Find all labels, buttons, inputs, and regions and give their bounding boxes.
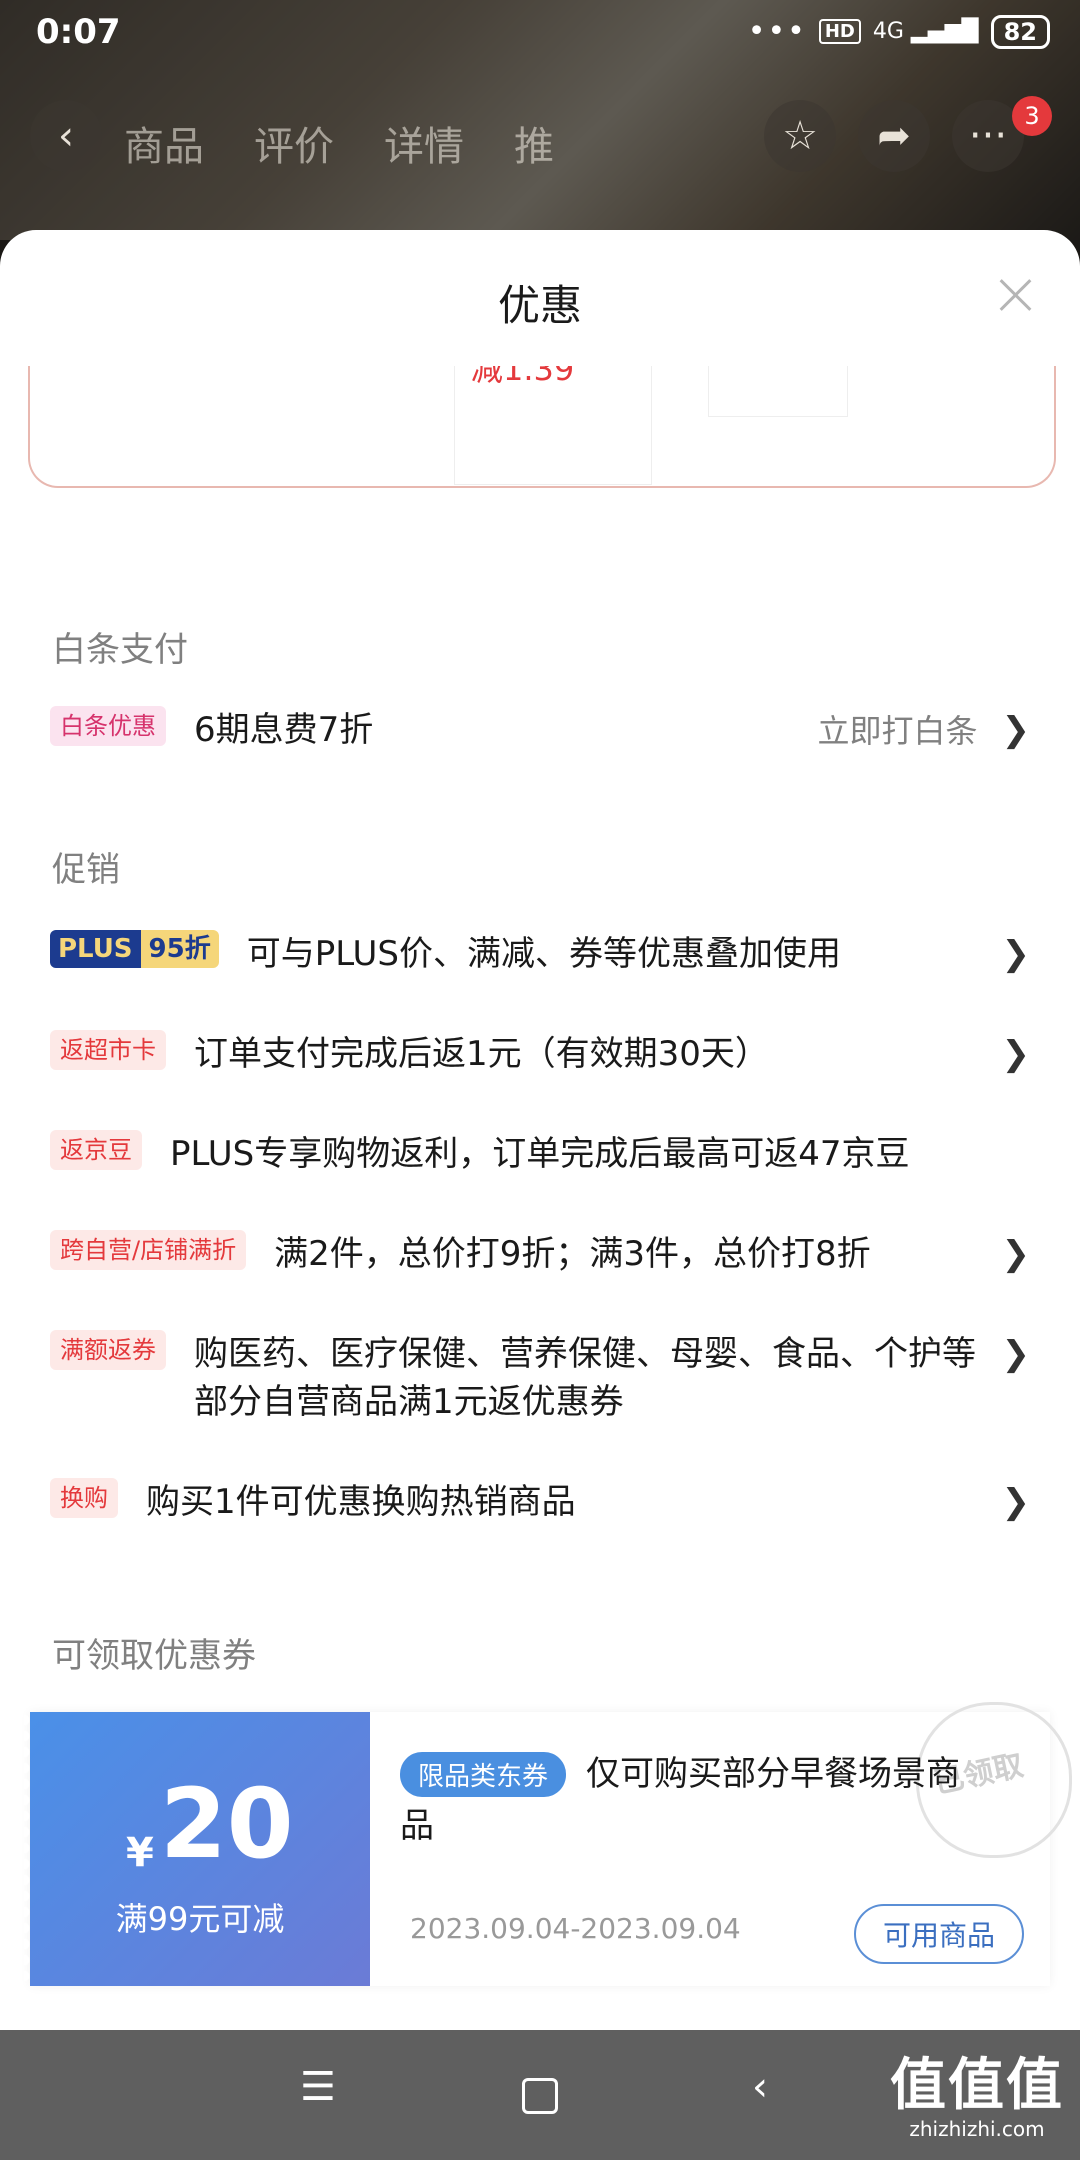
coupon-type-tag: 限品类东券	[400, 1752, 567, 1797]
promo-row-jingdou: 返京豆 PLUS专享购物返利，订单完成后最高可返47京豆	[50, 1130, 1030, 1178]
nav-back-icon[interactable]: ‹	[752, 2064, 768, 2110]
promo-tag: 返超市卡	[50, 1030, 166, 1070]
coupon-condition: 满99元可减	[115, 1900, 285, 1938]
status-icons: ••• HD 4G ▂▄▆█ 82	[748, 14, 1050, 49]
chevron-right-icon: ❯	[1001, 1034, 1031, 1074]
view-eligible-products-button[interactable]: 可用商品	[854, 1904, 1024, 1964]
watermark-logo: 值值值	[890, 2053, 1064, 2118]
chevron-right-icon: ❯	[1001, 1482, 1031, 1522]
baitiao-text: 6期息费7折	[194, 710, 374, 750]
menu-icon[interactable]: ☰	[300, 2064, 336, 2110]
promo-text: 满2件，总价打9折；满3件，总价打8折	[274, 1234, 871, 1274]
tab-reviews[interactable]: 评价	[254, 114, 334, 172]
baitiao-tag: 白条优惠	[50, 706, 166, 746]
back-icon[interactable]: ‹	[30, 100, 102, 172]
price-breakdown-card: 减1.39	[28, 366, 1056, 488]
promo-text: PLUS专享购物返利，订单完成后最高可返47京豆	[170, 1134, 910, 1174]
coupon-value-panel: ¥ 20 满99元可减	[24, 1712, 370, 1986]
discount-box-2	[708, 366, 848, 417]
currency-symbol: ¥	[126, 1830, 154, 1876]
chevron-right-icon: ❯	[1001, 1334, 1031, 1374]
promo-tag: 换购	[50, 1478, 118, 1518]
plus-tag-label: PLUS	[50, 930, 141, 968]
coupon-section-title: 可领取优惠券	[52, 1636, 256, 1676]
promo-tag: 满额返券	[50, 1330, 166, 1370]
plus-tag-discount: 95折	[140, 930, 219, 968]
more-dots-icon: •••	[747, 14, 807, 49]
promo-tag: 跨自营/店铺满折	[50, 1230, 247, 1270]
close-icon[interactable]	[990, 270, 1040, 320]
discount-sheet: 优惠 减1.39 白条支付 白条优惠 6期息费7折 立即打白条 ❯ 促销 PLU…	[0, 230, 1080, 2030]
tab-goods[interactable]: 商品	[124, 114, 204, 172]
coupon-card[interactable]: ¥ 20 满99元可减 已领取 仅可购买部分早餐场景商品 限品类东券 2023.…	[24, 1702, 1072, 1986]
hd-badge: HD	[818, 19, 861, 44]
chevron-right-icon: ❯	[1001, 710, 1031, 750]
share-icon[interactable]: ➦	[858, 100, 930, 172]
signal-icon: 4G ▂▄▆█	[872, 19, 979, 44]
status-bar: 0:07 ••• HD 4G ▂▄▆█ 82	[0, 0, 1080, 66]
promo-text: 购医药、医疗保健、营养保健、母婴、食品、个护等部分自营商品满1元返优惠券	[194, 1334, 976, 1422]
discount-box: 减1.39	[454, 366, 652, 485]
promo-row-coupon-return[interactable]: 满额返券 购医药、医疗保健、营养保健、母婴、食品、个护等部分自营商品满1元返优惠…	[50, 1330, 1030, 1426]
promo-text: 订单支付完成后返1元（有效期30天）	[194, 1034, 769, 1074]
promo-row-plus[interactable]: PLUS 95折 可与PLUS价、满减、券等优惠叠加使用 ❯	[50, 930, 1030, 978]
tab-recommend[interactable]: 推	[514, 114, 554, 172]
notification-badge: 3	[1012, 96, 1052, 136]
promo-row-multi-discount[interactable]: 跨自营/店铺满折 满2件，总价打9折；满3件，总价打8折 ❯	[50, 1230, 1030, 1278]
promotion-section-title: 促销	[52, 850, 120, 890]
baitiao-action-link[interactable]: 立即打白条	[817, 706, 977, 752]
plus-tag: PLUS 95折	[50, 930, 219, 968]
status-time: 0:07	[36, 12, 121, 52]
chevron-right-icon: ❯	[1001, 934, 1031, 974]
promo-text: 购买1件可优惠换购热销商品	[146, 1482, 576, 1522]
tab-details[interactable]: 详情	[384, 114, 464, 172]
discount-amount: 减1.39	[471, 366, 575, 388]
baitiao-section-title: 白条支付	[52, 630, 188, 670]
promo-row-supermarket-card[interactable]: 返超市卡 订单支付完成后返1元（有效期30天） ❯	[50, 1030, 1030, 1078]
sheet-title: 优惠	[497, 281, 582, 330]
network-type: 4G	[872, 19, 904, 44]
coupon-validity: 2023.09.04-2023.09.04	[410, 1912, 741, 1945]
promo-text: 可与PLUS价、满减、券等优惠叠加使用	[246, 934, 841, 974]
chevron-right-icon: ❯	[1001, 1234, 1031, 1274]
watermark-url: zhizhizhi.com	[909, 2117, 1045, 2141]
star-icon[interactable]: ☆	[764, 100, 836, 172]
promo-row-exchange[interactable]: 换购 购买1件可优惠换购热销商品 ❯	[50, 1478, 1030, 1526]
baitiao-row[interactable]: 白条优惠 6期息费7折 立即打白条 ❯	[50, 706, 1030, 754]
home-icon[interactable]	[522, 2078, 558, 2114]
watermark: 值值值 zhizhizhi.com	[890, 2040, 1064, 2141]
promo-tag: 返京豆	[50, 1130, 142, 1170]
battery-indicator: 82	[990, 14, 1050, 49]
product-header: ‹ 商品 评价 详情 推 ☆ ➦ ···	[0, 100, 1080, 180]
coupon-amount: 20	[160, 1768, 294, 1880]
